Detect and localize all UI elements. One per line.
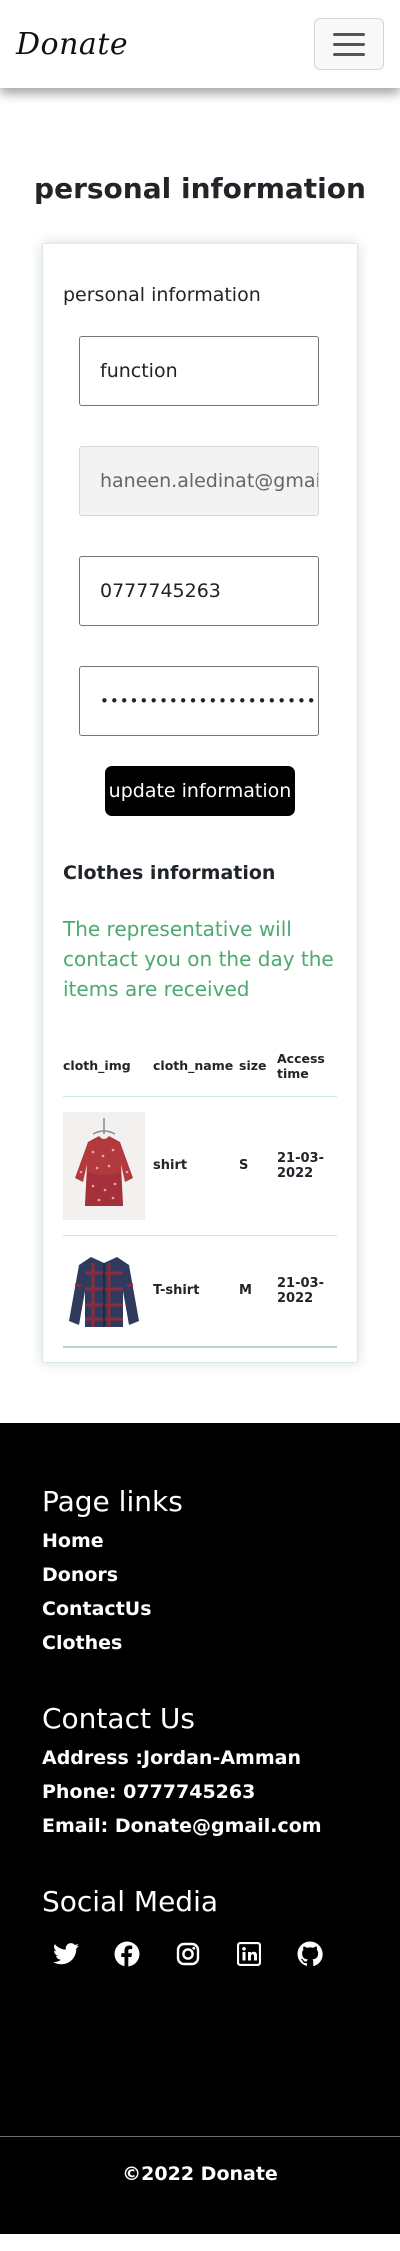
column-header-cloth-name: cloth_name: [153, 1044, 239, 1097]
contact-phone: Phone: 0777745263: [42, 1780, 256, 1803]
cloth-name-cell: shirt: [153, 1096, 239, 1236]
cloth-image-cell: [63, 1235, 153, 1348]
cloth-image-cell: [63, 1096, 153, 1236]
table-row: T-shirt M 21-03-2022: [63, 1235, 337, 1348]
personal-info-form: function haneen.aledinat@gmail.com 07777…: [63, 336, 337, 816]
update-information-button[interactable]: update information: [105, 766, 295, 816]
social-media-title: Social Media: [42, 1884, 219, 1918]
footer-link-donors[interactable]: Donors: [42, 1564, 358, 1586]
footer-divider: [0, 2135, 400, 2137]
footer-link-home[interactable]: Home: [42, 1530, 358, 1552]
footer: Page links Home Donors ContactUs Clothes…: [0, 1422, 400, 2234]
facebook-icon[interactable]: [111, 1938, 143, 1970]
contact-us-title: Contact Us: [42, 1701, 195, 1735]
footer-link-contactus[interactable]: ContactUs: [42, 1598, 358, 1620]
access-time-cell: 21-03-2022: [277, 1096, 337, 1236]
column-header-access-time: Access time: [277, 1044, 337, 1097]
page-links-title: Page links: [42, 1484, 183, 1518]
profile-card: personal information function haneen.ale…: [42, 243, 358, 1363]
menu-toggle-button[interactable]: [314, 18, 384, 70]
name-field[interactable]: function: [79, 336, 319, 406]
table-row: shirt S 21-03-2022: [63, 1096, 337, 1236]
cloth-name-cell: T-shirt: [153, 1235, 239, 1348]
instagram-icon[interactable]: [172, 1938, 204, 1970]
linkedin-icon[interactable]: [233, 1938, 265, 1970]
plaid-shirt-image: [63, 1250, 145, 1331]
github-icon[interactable]: [294, 1938, 326, 1970]
representative-notice: The representative will contact you on t…: [63, 917, 334, 1001]
twitter-icon[interactable]: [50, 1938, 82, 1970]
hamburger-icon: [333, 32, 365, 36]
column-header-cloth-img: cloth_img: [63, 1044, 153, 1097]
column-header-size: size: [239, 1044, 277, 1097]
contact-address: Address :Jordan-Amman: [42, 1746, 301, 1769]
navbar: Donate: [0, 0, 400, 88]
table-header-row: cloth_img cloth_name size Access time: [63, 1044, 337, 1097]
footer-link-clothes[interactable]: Clothes: [42, 1632, 358, 1654]
access-time-cell: 21-03-2022: [277, 1235, 337, 1348]
phone-field[interactable]: 0777745263: [79, 556, 319, 626]
social-links: [42, 1938, 358, 1970]
page-title: personal information: [34, 172, 366, 205]
size-cell: S: [239, 1096, 277, 1236]
email-field: haneen.aledinat@gmail.com: [79, 446, 319, 516]
password-field[interactable]: ••••••••••••••••••••••••••: [79, 666, 319, 736]
personal-info-title: personal information: [63, 284, 261, 306]
contact-email: Email: Donate@gmail.com: [42, 1814, 322, 1837]
clothes-table: cloth_img cloth_name size Access time sh…: [63, 1044, 337, 1348]
red-blouse-image: [63, 1111, 145, 1220]
brand-logo[interactable]: Donate: [16, 27, 128, 62]
size-cell: M: [239, 1235, 277, 1348]
copyright-text: ©2022 Donate: [122, 2162, 278, 2185]
clothes-info-title: Clothes information: [63, 862, 276, 884]
